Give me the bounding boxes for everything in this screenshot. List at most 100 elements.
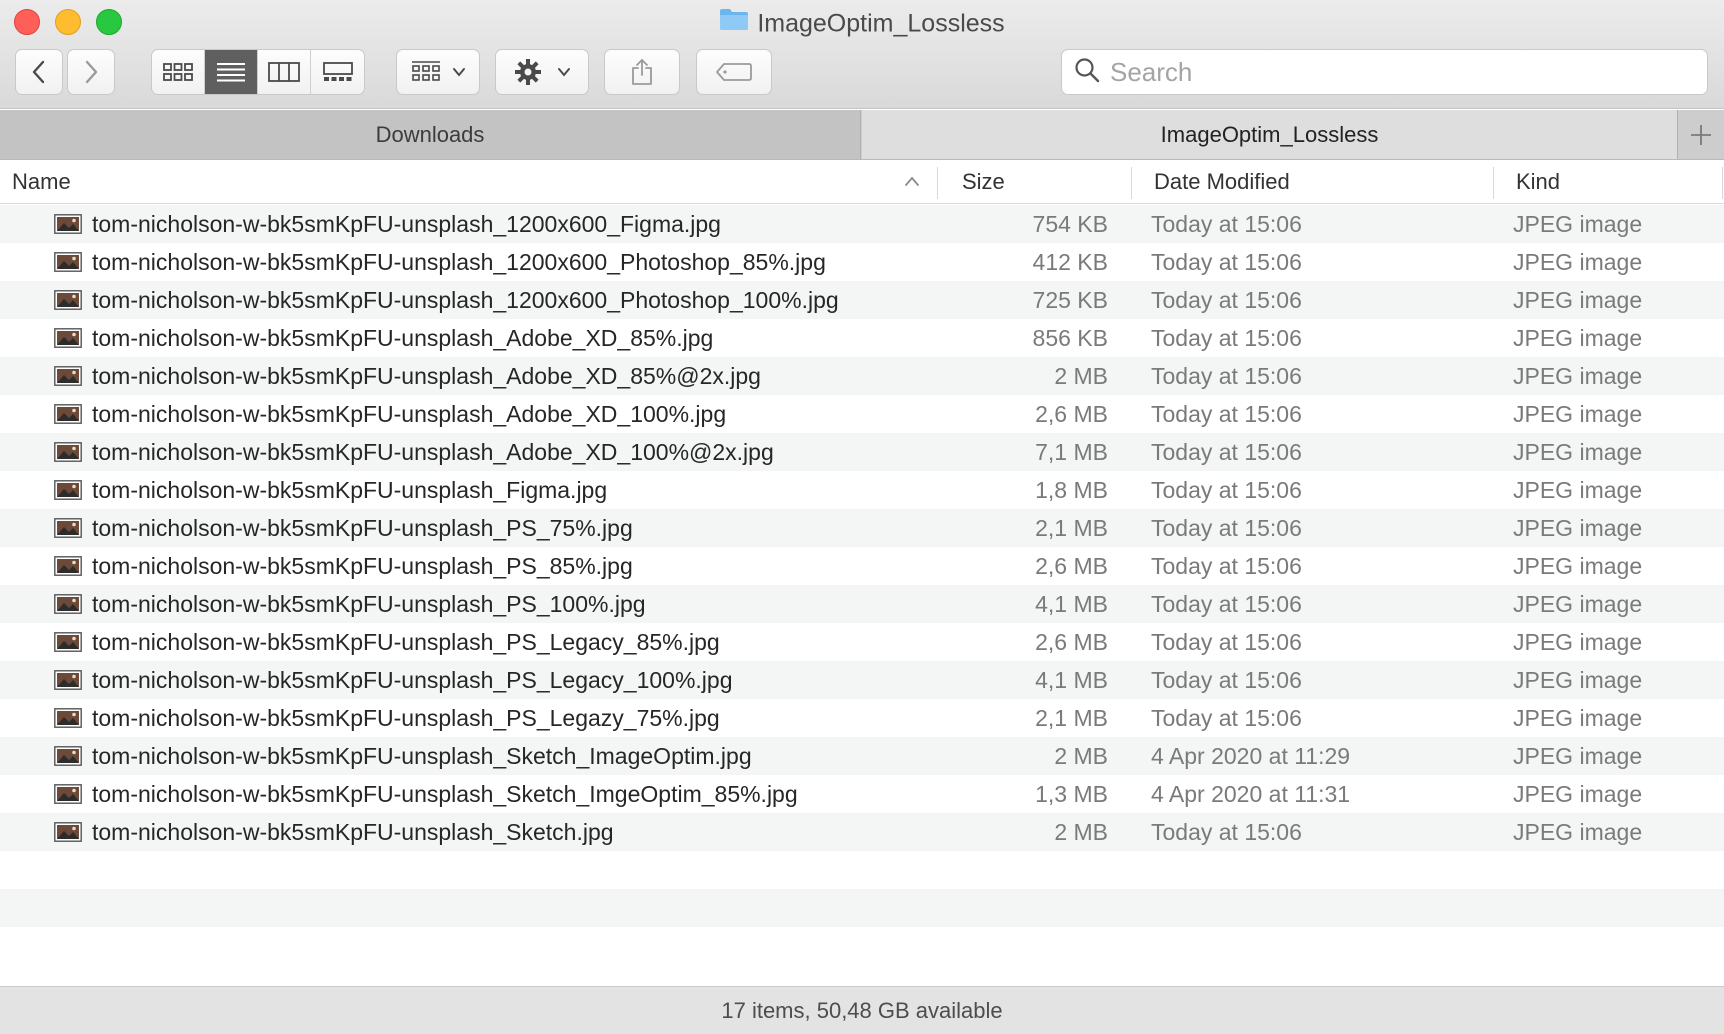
file-kind: JPEG image bbox=[1513, 553, 1643, 579]
icon-view-button[interactable] bbox=[152, 50, 205, 94]
file-size: 2,1 MB bbox=[1035, 705, 1108, 731]
file-name: tom-nicholson-w-bk5smKpFU-unsplash_Figma… bbox=[92, 477, 608, 503]
file-date-modified: Today at 15:06 bbox=[1151, 287, 1302, 313]
action-menu-button[interactable] bbox=[495, 49, 589, 95]
file-size: 2 MB bbox=[1054, 819, 1108, 845]
view-mode-control bbox=[151, 49, 365, 95]
column-separator bbox=[1722, 167, 1723, 199]
column-header-date[interactable]: Date Modified bbox=[1154, 161, 1489, 203]
icon-view-icon bbox=[163, 63, 193, 81]
tab-bar: Downloads ImageOptim_Lossless bbox=[0, 110, 1724, 160]
file-row[interactable]: tom-nicholson-w-bk5smKpFU-unsplash_Adobe… bbox=[0, 319, 1724, 357]
group-button[interactable] bbox=[396, 49, 480, 95]
group-icon bbox=[411, 61, 440, 81]
file-date-modified: Today at 15:06 bbox=[1151, 477, 1302, 503]
file-row[interactable]: tom-nicholson-w-bk5smKpFU-unsplash_1200x… bbox=[0, 205, 1724, 243]
new-tab-button[interactable] bbox=[1677, 110, 1724, 159]
empty-row bbox=[0, 851, 1724, 889]
file-row[interactable]: tom-nicholson-w-bk5smKpFU-unsplash_Sketc… bbox=[0, 775, 1724, 813]
file-date-modified: Today at 15:06 bbox=[1151, 629, 1302, 655]
file-row[interactable]: tom-nicholson-w-bk5smKpFU-unsplash_PS_Le… bbox=[0, 699, 1724, 737]
column-separator[interactable] bbox=[1493, 167, 1494, 199]
gallery-view-icon bbox=[322, 62, 353, 81]
tab-imageoptim-lossless[interactable]: ImageOptim_Lossless bbox=[862, 110, 1677, 159]
jpeg-file-icon bbox=[54, 442, 82, 462]
file-date-modified: Today at 15:06 bbox=[1151, 363, 1302, 389]
toolbar: ImageOptim_Lossless bbox=[0, 0, 1724, 109]
gallery-view-button[interactable] bbox=[311, 50, 364, 94]
empty-row bbox=[0, 889, 1724, 927]
column-header-kind-label: Kind bbox=[1516, 169, 1561, 194]
file-kind: JPEG image bbox=[1513, 667, 1643, 693]
sort-ascending-icon bbox=[905, 176, 919, 186]
window-title: ImageOptim_Lossless bbox=[0, 6, 1724, 38]
jpeg-file-icon bbox=[54, 252, 82, 272]
list-view-icon bbox=[217, 63, 245, 82]
search-field[interactable] bbox=[1061, 49, 1708, 95]
file-name: tom-nicholson-w-bk5smKpFU-unsplash_PS_10… bbox=[92, 591, 646, 617]
column-header-kind[interactable]: Kind bbox=[1516, 161, 1716, 203]
file-size: 2 MB bbox=[1054, 363, 1108, 389]
back-button[interactable] bbox=[15, 49, 63, 95]
file-row[interactable]: tom-nicholson-w-bk5smKpFU-unsplash_PS_75… bbox=[0, 509, 1724, 547]
file-size: 754 KB bbox=[1032, 211, 1108, 237]
search-input[interactable] bbox=[1110, 56, 1670, 88]
tag-button[interactable] bbox=[696, 49, 772, 95]
file-kind: JPEG image bbox=[1513, 325, 1643, 351]
file-size: 1,8 MB bbox=[1035, 477, 1108, 503]
list-view-button[interactable] bbox=[205, 50, 258, 94]
gear-icon bbox=[514, 59, 541, 85]
file-row[interactable]: tom-nicholson-w-bk5smKpFU-unsplash_PS_85… bbox=[0, 547, 1724, 585]
column-separator[interactable] bbox=[937, 167, 938, 199]
file-row[interactable]: tom-nicholson-w-bk5smKpFU-unsplash_Adobe… bbox=[0, 395, 1724, 433]
file-name: tom-nicholson-w-bk5smKpFU-unsplash_PS_Le… bbox=[92, 629, 720, 655]
tab-downloads[interactable]: Downloads bbox=[0, 110, 861, 159]
file-row[interactable]: tom-nicholson-w-bk5smKpFU-unsplash_Sketc… bbox=[0, 813, 1724, 851]
finder-window: ImageOptim_Lossless Search Downloads Ima… bbox=[0, 0, 1724, 1034]
jpeg-file-icon bbox=[54, 746, 82, 766]
file-kind: JPEG image bbox=[1513, 401, 1643, 427]
file-size: 1,3 MB bbox=[1035, 781, 1108, 807]
file-kind: JPEG image bbox=[1513, 591, 1643, 617]
file-row[interactable]: tom-nicholson-w-bk5smKpFU-unsplash_PS_Le… bbox=[0, 623, 1724, 661]
status-text: 17 items, 50,48 GB available bbox=[721, 997, 1003, 1023]
file-name: tom-nicholson-w-bk5smKpFU-unsplash_1200x… bbox=[92, 287, 839, 313]
file-name: tom-nicholson-w-bk5smKpFU-unsplash_Sketc… bbox=[92, 743, 752, 769]
file-row[interactable]: tom-nicholson-w-bk5smKpFU-unsplash_PS_Le… bbox=[0, 661, 1724, 699]
file-size: 2,6 MB bbox=[1035, 629, 1108, 655]
forward-button[interactable] bbox=[67, 49, 115, 95]
file-kind: JPEG image bbox=[1513, 515, 1643, 541]
empty-row bbox=[0, 927, 1724, 965]
file-date-modified: Today at 15:06 bbox=[1151, 249, 1302, 275]
file-kind: JPEG image bbox=[1513, 439, 1643, 465]
file-name: tom-nicholson-w-bk5smKpFU-unsplash_PS_Le… bbox=[92, 705, 720, 731]
file-size: 856 KB bbox=[1032, 325, 1108, 351]
file-name: tom-nicholson-w-bk5smKpFU-unsplash_1200x… bbox=[92, 211, 721, 237]
jpeg-file-icon bbox=[54, 784, 82, 804]
column-separator[interactable] bbox=[1131, 167, 1132, 199]
file-kind: JPEG image bbox=[1513, 705, 1643, 731]
file-date-modified: Today at 15:06 bbox=[1151, 211, 1302, 237]
share-button[interactable] bbox=[604, 49, 680, 95]
file-kind: JPEG image bbox=[1513, 211, 1643, 237]
file-date-modified: Today at 15:06 bbox=[1151, 705, 1302, 731]
column-header-size[interactable]: Size bbox=[962, 161, 1127, 203]
file-row[interactable]: tom-nicholson-w-bk5smKpFU-unsplash_1200x… bbox=[0, 243, 1724, 281]
file-size: 412 KB bbox=[1032, 249, 1108, 275]
plus-icon bbox=[1691, 124, 1711, 145]
file-row[interactable]: tom-nicholson-w-bk5smKpFU-unsplash_Sketc… bbox=[0, 737, 1724, 775]
column-header-date-label: Date Modified bbox=[1154, 169, 1290, 194]
file-kind: JPEG image bbox=[1513, 477, 1643, 503]
file-row[interactable]: tom-nicholson-w-bk5smKpFU-unsplash_1200x… bbox=[0, 281, 1724, 319]
file-date-modified: Today at 15:06 bbox=[1151, 819, 1302, 845]
column-view-button[interactable] bbox=[258, 50, 311, 94]
tag-icon bbox=[716, 63, 752, 81]
file-row[interactable]: tom-nicholson-w-bk5smKpFU-unsplash_Adobe… bbox=[0, 433, 1724, 471]
column-header-name[interactable]: Name bbox=[12, 161, 937, 203]
file-row[interactable]: tom-nicholson-w-bk5smKpFU-unsplash_PS_10… bbox=[0, 585, 1724, 623]
tab-label: Downloads bbox=[375, 121, 485, 147]
file-kind: JPEG image bbox=[1513, 781, 1643, 807]
file-row[interactable]: tom-nicholson-w-bk5smKpFU-unsplash_Figma… bbox=[0, 471, 1724, 509]
file-size: 2,6 MB bbox=[1035, 553, 1108, 579]
file-row[interactable]: tom-nicholson-w-bk5smKpFU-unsplash_Adobe… bbox=[0, 357, 1724, 395]
